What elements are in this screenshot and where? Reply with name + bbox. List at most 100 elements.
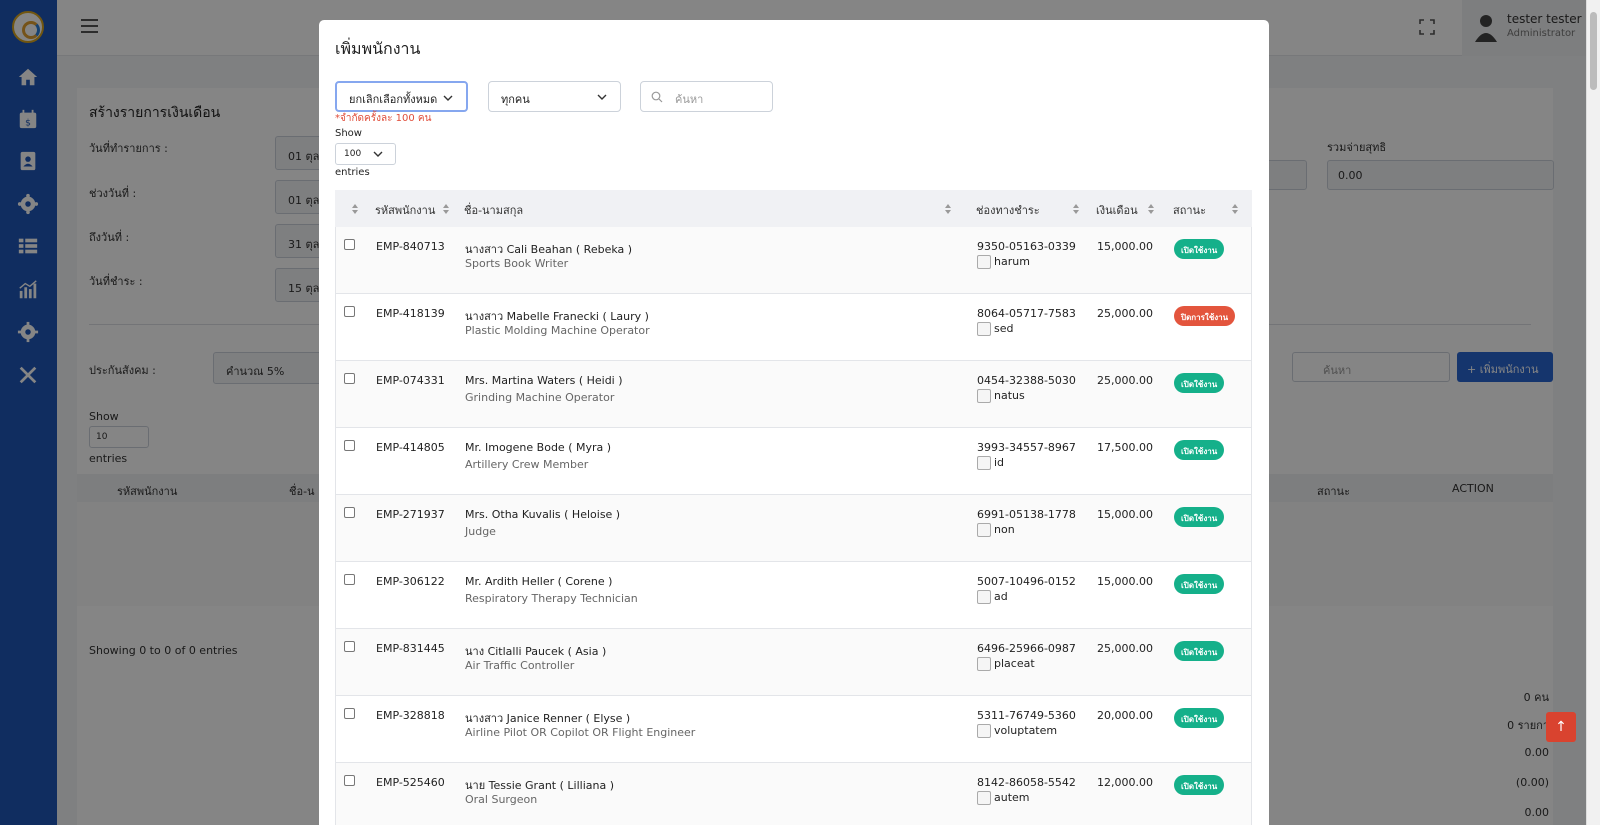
row-checkbox[interactable]	[344, 775, 355, 786]
back-to-top-button[interactable]: ↑	[1546, 712, 1576, 742]
column-header-status[interactable]: สถานะ	[1173, 201, 1206, 219]
bank-account: 5007-10496-0152	[977, 575, 1076, 588]
status-badge: เปิดใช้งาน	[1174, 775, 1225, 795]
row-checkbox[interactable]	[344, 641, 355, 652]
employee-name: นางสาว Cali Beahan ( Rebeka )	[465, 243, 633, 256]
status-badge: ปิดการใช้งาน	[1174, 306, 1236, 326]
deselect-all-dropdown[interactable]: ยกเลิกเลือกทั้งหมด	[335, 81, 468, 112]
bank-account: 9350-05163-0339	[977, 240, 1076, 253]
employee-position: Judge	[465, 525, 496, 538]
salary: 25,000.00	[1097, 374, 1153, 387]
row-checkbox[interactable]	[344, 708, 355, 719]
column-header-name[interactable]: ชื่อ-นามสกุล	[464, 201, 523, 219]
column-header-salary[interactable]: เงินเดือน	[1096, 201, 1138, 219]
row-checkbox[interactable]	[344, 306, 355, 317]
bank-account: 8064-05717-7583	[977, 307, 1076, 320]
bank-info: natus	[977, 389, 1025, 405]
column-header-code[interactable]: รหัสพนักงาน	[375, 201, 435, 219]
search-placeholder: ค้นหา	[675, 93, 704, 106]
table-row[interactable]: EMP-831445 นาง Citlalli Paucek ( Asia ) Ai…	[335, 629, 1252, 696]
status-badge: เปิดใช้งาน	[1174, 440, 1225, 460]
table-row[interactable]: EMP-414805 Mr. Imogene Bode ( Myra ) Artil…	[335, 428, 1252, 495]
bank-logo-icon	[977, 791, 991, 805]
column-header-account[interactable]: ช่องทางชำระ	[976, 201, 1040, 219]
status-badge: เปิดใช้งาน	[1174, 507, 1225, 527]
employee-position: Plastic Molding Machine Operator	[465, 324, 650, 337]
status-badge: เปิดใช้งาน	[1174, 641, 1225, 661]
employee-filter-select[interactable]: ทุกคน	[488, 81, 621, 112]
scrollbar-thumb[interactable]	[1590, 12, 1597, 90]
bank-info: sed	[977, 322, 1013, 338]
sort-icon[interactable]	[1148, 204, 1154, 214]
sort-icon[interactable]	[352, 204, 358, 214]
employee-position: Artillery Crew Member	[465, 458, 589, 471]
bank-logo-icon	[977, 523, 991, 537]
status-badge: เปิดใช้งาน	[1174, 708, 1225, 728]
sort-icon[interactable]	[945, 204, 951, 214]
sort-icon[interactable]	[1073, 204, 1079, 214]
sort-icon[interactable]	[1232, 204, 1238, 214]
employee-name: Mr. Imogene Bode ( Myra )	[465, 441, 612, 454]
chevron-down-icon	[597, 94, 607, 100]
bank-name: natus	[994, 389, 1025, 402]
table-body: EMP-840713 นางสาว Cali Beahan ( Rebeka ) S…	[335, 227, 1252, 825]
bank-logo-icon	[977, 657, 991, 671]
employee-position: Oral Surgeon	[465, 793, 538, 806]
employee-code: EMP-328818	[376, 709, 445, 722]
status-badge: เปิดใช้งาน	[1174, 373, 1225, 393]
table-row[interactable]: EMP-418139 นางสาว Mabelle Franecki ( Laur…	[335, 294, 1252, 361]
employee-code: EMP-831445	[376, 642, 445, 655]
row-checkbox[interactable]	[344, 574, 355, 585]
employee-name: Mr. Ardith Heller ( Corene )	[465, 575, 613, 588]
bank-name: id	[994, 456, 1005, 469]
table-row[interactable]: EMP-328818 นางสาว Janice Renner ( Elyse )…	[335, 696, 1252, 763]
bank-logo-icon	[977, 389, 991, 403]
bank-logo-icon	[977, 255, 991, 269]
employee-code: EMP-840713	[376, 240, 445, 253]
status-badge: เปิดใช้งาน	[1174, 574, 1225, 594]
salary: 25,000.00	[1097, 307, 1153, 320]
table-row[interactable]: EMP-840713 นางสาว Cali Beahan ( Rebeka ) S…	[335, 227, 1252, 294]
search-icon	[651, 91, 663, 103]
table-row[interactable]: EMP-074331 Mrs. Martina Waters ( Heidi ) G…	[335, 361, 1252, 428]
bank-name: harum	[994, 255, 1030, 268]
employee-code: EMP-306122	[376, 575, 445, 588]
employee-position: Grinding Machine Operator	[465, 391, 615, 404]
salary: 15,000.00	[1097, 508, 1153, 521]
filter-value: ทุกคน	[501, 93, 530, 106]
sort-icon[interactable]	[443, 204, 449, 214]
salary: 20,000.00	[1097, 709, 1153, 722]
status-badge: เปิดใช้งาน	[1174, 239, 1225, 259]
table-header: รหัสพนักงาน ชื่อ-นามสกุล ช่องทางชำระ เงิ…	[335, 190, 1252, 227]
salary: 15,000.00	[1097, 240, 1153, 253]
bank-name: sed	[994, 322, 1014, 335]
bank-info: voluptatem	[977, 724, 1057, 740]
chevron-down-icon	[373, 151, 383, 157]
bank-info: harum	[977, 255, 1030, 271]
modal-search-input[interactable]: ค้นหา	[640, 81, 773, 112]
bank-info: id	[977, 456, 1004, 472]
row-checkbox[interactable]	[344, 507, 355, 518]
scrollbar[interactable]	[1586, 0, 1600, 825]
bank-account: 6991-05138-1778	[977, 508, 1076, 521]
table-row[interactable]: EMP-525460 นาย Tessie Grant ( Lilliana ) O…	[335, 763, 1252, 825]
row-checkbox[interactable]	[344, 440, 355, 451]
row-checkbox[interactable]	[344, 373, 355, 384]
table-row[interactable]: EMP-306122 Mr. Ardith Heller ( Corene ) Re…	[335, 562, 1252, 629]
employee-code: EMP-074331	[376, 374, 445, 387]
employee-name: Mrs. Otha Kuvalis ( Heloise )	[465, 508, 621, 521]
page-length-select[interactable]: 100	[335, 143, 396, 165]
modal-title: เพิ่มพนักงาน	[335, 39, 421, 58]
row-checkbox[interactable]	[344, 239, 355, 250]
employee-position: Sports Book Writer	[465, 257, 569, 270]
bank-name: ad	[994, 590, 1008, 603]
page-length-value: 100	[344, 149, 362, 159]
bank-account: 5311-76749-5360	[977, 709, 1076, 722]
salary: 12,000.00	[1097, 776, 1153, 789]
salary: 25,000.00	[1097, 642, 1153, 655]
bank-info: placeat	[977, 657, 1035, 673]
limit-note: *จำกัดครั้งละ 100 คน	[335, 113, 432, 124]
add-employee-modal: เพิ่มพนักงาน ยกเลิกเลือกทั้งหมด ทุกคน ค้…	[319, 20, 1269, 825]
bank-name: autem	[994, 791, 1030, 804]
table-row[interactable]: EMP-271937 Mrs. Otha Kuvalis ( Heloise ) J…	[335, 495, 1252, 562]
